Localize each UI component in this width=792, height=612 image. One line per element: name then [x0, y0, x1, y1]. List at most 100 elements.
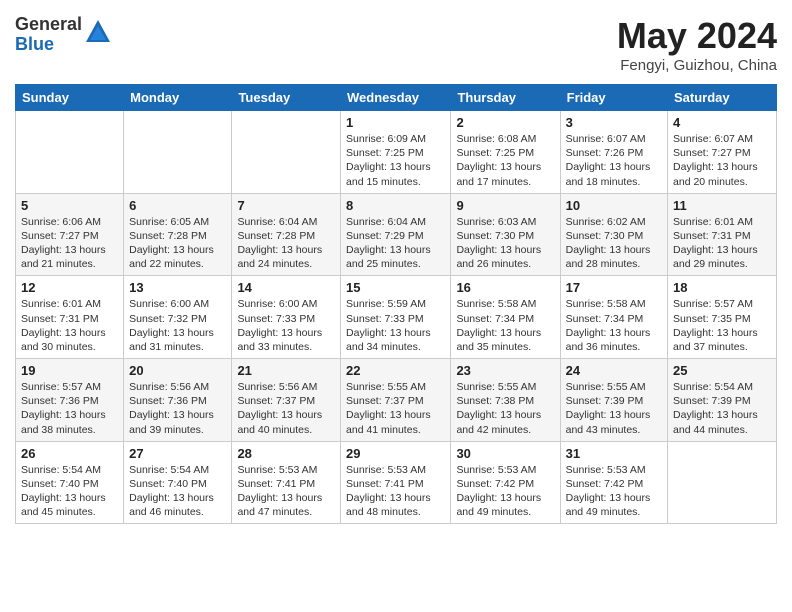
day-info: Sunrise: 6:08 AM Sunset: 7:25 PM Dayligh…	[456, 132, 554, 189]
calendar-cell: 20 Sunrise: 5:56 AM Sunset: 7:36 PM Dayli…	[124, 359, 232, 442]
month-title: May 2024	[617, 15, 777, 57]
day-info: Sunrise: 5:53 AM Sunset: 7:41 PM Dayligh…	[237, 463, 335, 520]
logo-text: General Blue	[15, 15, 82, 55]
day-number: 31	[566, 446, 662, 461]
day-number: 18	[673, 280, 771, 295]
day-number: 14	[237, 280, 335, 295]
calendar-cell: 30Sunrise: 5:53 AM Sunset: 7:42 PM Dayli…	[451, 441, 560, 524]
calendar-cell: 8 Sunrise: 6:04 AM Sunset: 7:29 PM Daylig…	[341, 193, 451, 276]
day-number: 4	[673, 115, 771, 130]
calendar-cell: 26Sunrise: 5:54 AM Sunset: 7:40 PM Dayli…	[16, 441, 124, 524]
calendar-cell: 21Sunrise: 5:56 AM Sunset: 7:37 PM Dayli…	[232, 359, 341, 442]
day-number: 9	[456, 198, 554, 213]
calendar-week-row: 1 Sunrise: 6:09 AM Sunset: 7:25 PM Daylig…	[16, 111, 777, 194]
title-block: May 2024 Fengyi, Guizhou, China	[617, 15, 777, 74]
col-header-wednesday: Wednesday	[341, 85, 451, 111]
day-info: Sunrise: 5:56 AM Sunset: 7:37 PM Dayligh…	[237, 380, 335, 437]
calendar-cell: 18 Sunrise: 5:57 AM Sunset: 7:35 PM Dayli…	[668, 276, 777, 359]
day-info: Sunrise: 5:58 AM Sunset: 7:34 PM Dayligh…	[566, 297, 662, 354]
day-number: 29	[346, 446, 445, 461]
calendar-cell: 29Sunrise: 5:53 AM Sunset: 7:41 PM Dayli…	[341, 441, 451, 524]
day-number: 2	[456, 115, 554, 130]
calendar-cell: 12Sunrise: 6:01 AM Sunset: 7:31 PM Dayli…	[16, 276, 124, 359]
day-info: Sunrise: 6:07 AM Sunset: 7:27 PM Dayligh…	[673, 132, 771, 189]
calendar-cell: 22 Sunrise: 5:55 AM Sunset: 7:37 PM Dayli…	[341, 359, 451, 442]
page-header: General Blue May 2024 Fengyi, Guizhou, C…	[15, 15, 777, 74]
day-number: 24	[566, 363, 662, 378]
day-info: Sunrise: 5:55 AM Sunset: 7:39 PM Dayligh…	[566, 380, 662, 437]
calendar-cell: 11Sunrise: 6:01 AM Sunset: 7:31 PM Dayli…	[668, 193, 777, 276]
calendar-cell: 10Sunrise: 6:02 AM Sunset: 7:30 PM Dayli…	[560, 193, 667, 276]
col-header-friday: Friday	[560, 85, 667, 111]
calendar-week-row: 26Sunrise: 5:54 AM Sunset: 7:40 PM Dayli…	[16, 441, 777, 524]
logo-general: General	[15, 15, 82, 35]
calendar-cell: 2 Sunrise: 6:08 AM Sunset: 7:25 PM Daylig…	[451, 111, 560, 194]
calendar-cell: 23 Sunrise: 5:55 AM Sunset: 7:38 PM Dayli…	[451, 359, 560, 442]
day-info: Sunrise: 5:53 AM Sunset: 7:42 PM Dayligh…	[456, 463, 554, 520]
calendar-cell: 9 Sunrise: 6:03 AM Sunset: 7:30 PM Daylig…	[451, 193, 560, 276]
day-number: 17	[566, 280, 662, 295]
col-header-saturday: Saturday	[668, 85, 777, 111]
day-number: 12	[21, 280, 118, 295]
days-of-week-row: SundayMondayTuesdayWednesdayThursdayFrid…	[16, 85, 777, 111]
day-info: Sunrise: 6:00 AM Sunset: 7:32 PM Dayligh…	[129, 297, 226, 354]
calendar-cell: 7 Sunrise: 6:04 AM Sunset: 7:28 PM Daylig…	[232, 193, 341, 276]
calendar-cell: 1 Sunrise: 6:09 AM Sunset: 7:25 PM Daylig…	[341, 111, 451, 194]
calendar-week-row: 12Sunrise: 6:01 AM Sunset: 7:31 PM Dayli…	[16, 276, 777, 359]
day-number: 23	[456, 363, 554, 378]
calendar-cell: 28 Sunrise: 5:53 AM Sunset: 7:41 PM Dayli…	[232, 441, 341, 524]
day-number: 28	[237, 446, 335, 461]
calendar-cell	[232, 111, 341, 194]
day-info: Sunrise: 5:59 AM Sunset: 7:33 PM Dayligh…	[346, 297, 445, 354]
col-header-monday: Monday	[124, 85, 232, 111]
day-info: Sunrise: 6:04 AM Sunset: 7:29 PM Dayligh…	[346, 215, 445, 272]
calendar-cell: 24 Sunrise: 5:55 AM Sunset: 7:39 PM Dayli…	[560, 359, 667, 442]
day-number: 5	[21, 198, 118, 213]
day-number: 3	[566, 115, 662, 130]
day-info: Sunrise: 5:56 AM Sunset: 7:36 PM Dayligh…	[129, 380, 226, 437]
day-info: Sunrise: 6:09 AM Sunset: 7:25 PM Dayligh…	[346, 132, 445, 189]
calendar-cell: 25Sunrise: 5:54 AM Sunset: 7:39 PM Dayli…	[668, 359, 777, 442]
calendar-cell: 4 Sunrise: 6:07 AM Sunset: 7:27 PM Daylig…	[668, 111, 777, 194]
day-number: 1	[346, 115, 445, 130]
logo-blue: Blue	[15, 35, 82, 55]
day-info: Sunrise: 6:07 AM Sunset: 7:26 PM Dayligh…	[566, 132, 662, 189]
day-number: 25	[673, 363, 771, 378]
col-header-sunday: Sunday	[16, 85, 124, 111]
day-info: Sunrise: 6:05 AM Sunset: 7:28 PM Dayligh…	[129, 215, 226, 272]
location: Fengyi, Guizhou, China	[617, 57, 777, 74]
day-info: Sunrise: 6:06 AM Sunset: 7:27 PM Dayligh…	[21, 215, 118, 272]
day-info: Sunrise: 5:53 AM Sunset: 7:42 PM Dayligh…	[566, 463, 662, 520]
calendar-cell: 3 Sunrise: 6:07 AM Sunset: 7:26 PM Daylig…	[560, 111, 667, 194]
calendar-week-row: 19Sunrise: 5:57 AM Sunset: 7:36 PM Dayli…	[16, 359, 777, 442]
day-number: 6	[129, 198, 226, 213]
calendar-cell	[668, 441, 777, 524]
day-number: 22	[346, 363, 445, 378]
day-number: 15	[346, 280, 445, 295]
day-info: Sunrise: 5:54 AM Sunset: 7:40 PM Dayligh…	[129, 463, 226, 520]
day-info: Sunrise: 5:57 AM Sunset: 7:35 PM Dayligh…	[673, 297, 771, 354]
col-header-tuesday: Tuesday	[232, 85, 341, 111]
logo: General Blue	[15, 15, 112, 55]
day-number: 13	[129, 280, 226, 295]
day-number: 20	[129, 363, 226, 378]
calendar-cell: 14 Sunrise: 6:00 AM Sunset: 7:33 PM Dayli…	[232, 276, 341, 359]
day-info: Sunrise: 6:00 AM Sunset: 7:33 PM Dayligh…	[237, 297, 335, 354]
day-info: Sunrise: 5:58 AM Sunset: 7:34 PM Dayligh…	[456, 297, 554, 354]
calendar-table: SundayMondayTuesdayWednesdayThursdayFrid…	[15, 84, 777, 524]
day-info: Sunrise: 5:55 AM Sunset: 7:38 PM Dayligh…	[456, 380, 554, 437]
day-info: Sunrise: 6:04 AM Sunset: 7:28 PM Dayligh…	[237, 215, 335, 272]
day-number: 7	[237, 198, 335, 213]
day-number: 27	[129, 446, 226, 461]
day-info: Sunrise: 5:54 AM Sunset: 7:40 PM Dayligh…	[21, 463, 118, 520]
logo-icon	[84, 18, 112, 46]
day-info: Sunrise: 5:55 AM Sunset: 7:37 PM Dayligh…	[346, 380, 445, 437]
calendar-cell: 5 Sunrise: 6:06 AM Sunset: 7:27 PM Daylig…	[16, 193, 124, 276]
col-header-thursday: Thursday	[451, 85, 560, 111]
calendar-cell: 17 Sunrise: 5:58 AM Sunset: 7:34 PM Dayli…	[560, 276, 667, 359]
calendar-cell: 16Sunrise: 5:58 AM Sunset: 7:34 PM Dayli…	[451, 276, 560, 359]
day-info: Sunrise: 6:03 AM Sunset: 7:30 PM Dayligh…	[456, 215, 554, 272]
day-info: Sunrise: 5:57 AM Sunset: 7:36 PM Dayligh…	[21, 380, 118, 437]
day-number: 8	[346, 198, 445, 213]
day-info: Sunrise: 6:02 AM Sunset: 7:30 PM Dayligh…	[566, 215, 662, 272]
